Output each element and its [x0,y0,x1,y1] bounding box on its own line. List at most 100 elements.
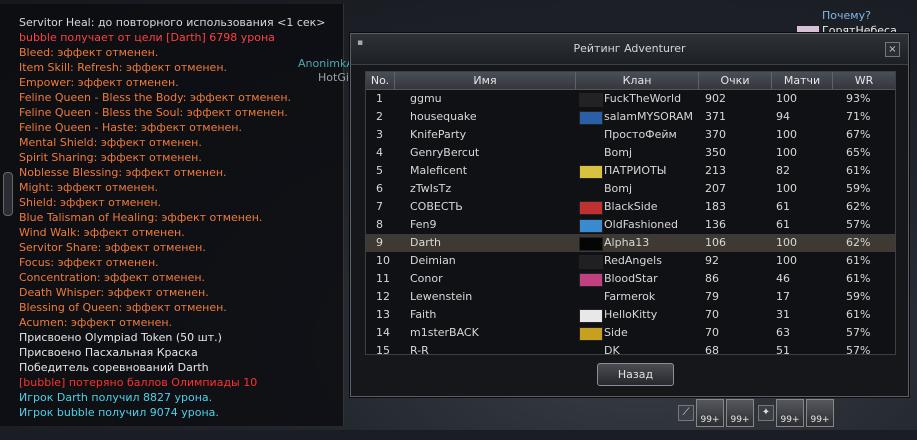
cell-clan: Farmerok [604,290,656,303]
cell-points: 902 [705,92,726,105]
cell-no: 2 [376,110,383,123]
table-row[interactable]: 7 COBECTЬ BlackSide 183 61 62% [366,198,895,216]
chat-scrollbar[interactable] [3,172,13,216]
cell-wr: 59% [846,290,871,303]
cell-matches: 63 [776,326,790,339]
chat-line: Shield: эффект отменен. [19,196,162,209]
dagger-icon[interactable]: ⟋ [678,405,694,421]
clan-crest-icon [579,165,603,179]
table-row[interactable]: 13 Faith HelloKitty 70 31 61% [366,306,895,324]
cell-no: 11 [376,272,390,285]
table-row[interactable]: 2 housequake salamMYSORAM 371 94 71% [366,108,895,126]
cell-points: 92 [705,254,719,267]
cell-points: 68 [705,344,719,357]
chat-line: Bleed: эффект отменен. [19,46,159,59]
chat-line: Empower: эффект отменен. [19,76,179,89]
table-row[interactable]: 9 Darth Alpha13 106 100 62% [366,234,895,252]
cell-matches: 82 [776,164,790,177]
clan-crest-icon [579,219,603,233]
table-row[interactable]: 1 ggmu FuckTheWorld 902 100 93% [366,90,895,108]
table-row[interactable]: 10 Deimian RedAngels 92 100 61% [366,252,895,270]
table-row[interactable]: 12 Lewenstein Farmerok 79 17 59% [366,288,895,306]
why-link[interactable]: Почему? [822,9,871,22]
cell-points: 136 [705,218,726,231]
cell-matches: 31 [776,308,790,321]
cell-name: R-R [410,344,429,357]
header-clan[interactable]: Клан [576,72,699,89]
header-wr[interactable]: WR [833,72,895,89]
cell-points: 79 [705,290,719,303]
chat-line: Присвоено Пасхальная Краска [19,346,198,359]
cell-clan: Bomj [604,182,633,195]
cell-matches: 46 [776,272,790,285]
cell-name: Deimian [410,254,456,267]
header-name[interactable]: Имя [395,72,576,89]
cell-wr: 57% [846,344,871,357]
cell-wr: 61% [846,272,871,285]
cell-clan: BlackSide [604,200,658,213]
table-row[interactable]: 15 R-R DK 68 51 57% [366,342,895,360]
chat-line: bubble получает от цели [Darth] 6798 уро… [19,31,275,44]
cell-no: 1 [376,92,383,105]
chat-line: Servitor Share: эффект отменен. [19,241,206,254]
table-row[interactable]: 11 Conor BloodStar 86 46 61% [366,270,895,288]
clan-crest-icon [579,111,603,125]
clan-crest-icon [579,93,603,107]
cell-wr: 67% [846,128,871,141]
chat-line: Wind Walk: эффект отменен. [19,226,185,239]
cell-name: GenryBercut [410,146,480,159]
table-row[interactable]: 14 m1sterBACK Side 70 63 57% [366,324,895,342]
cell-name: zTwIsTz [410,182,452,195]
cell-clan: RedAngels [604,254,662,267]
chat-line: Focus: эффект отменен. [19,256,159,269]
chat-line: Победитель соревнований Darth [19,361,209,374]
ranking-table: No. Имя Клан Очки Матчи WR 1 ggmu FuckTheW… [365,71,896,357]
table-row[interactable]: 6 zTwIsTz Bomj 207 100 59% [366,180,895,198]
header-points[interactable]: Очки [699,72,772,89]
cell-wr: 93% [846,92,871,105]
chat-line: Игрок bubble получил 9074 урона. [19,406,219,419]
cell-matches: 100 [776,254,797,267]
window-menu-icon[interactable]: ▪ [355,38,365,48]
cell-wr: 57% [846,218,871,231]
sword-icon[interactable]: 99+ [776,399,804,427]
cell-clan: Bomj [604,146,633,159]
clan-crest-icon [579,201,603,215]
cell-clan: Alpha13 [604,236,650,249]
chat-log-panel[interactable]: Servitor Heal: до повторного использован… [0,4,344,426]
window-title: Рейтинг Adventurer [573,42,686,55]
arrow-bundle-icon[interactable]: 99+ [806,399,834,427]
chat-line: Игрок Darth получил 8827 урона. [19,391,213,404]
cell-wr: 59% [846,182,871,195]
table-row[interactable]: 8 Fen9 OldFashioned 136 61 57% [366,216,895,234]
table-row[interactable]: 3 KnifeParty ПростоФейм 370 100 67% [366,126,895,144]
chat-line: Feline Queen - Bless the Body: эффект от… [19,91,292,104]
table-header: No. Имя Клан Очки Матчи WR [366,72,895,90]
header-matches[interactable]: Матчи [772,72,833,89]
cell-clan: ПростоФейм [604,128,677,141]
arrow-bundle-icon[interactable]: 99+ [726,399,754,427]
cell-wr: 71% [846,110,871,123]
header-no[interactable]: No. [366,72,395,89]
cell-points: 213 [705,164,726,177]
cell-no: 14 [376,326,390,339]
cell-wr: 61% [846,164,871,177]
arrow-bundle-icon[interactable]: 99+ [696,399,724,427]
back-button[interactable]: Назад [597,363,674,386]
nearby-player-name[interactable]: AnonimkA [298,57,354,70]
table-row[interactable]: 5 Maleficent ПАТРИОТЫ 213 82 61% [366,162,895,180]
chat-line: Feline Queen - Bless the Soul: эффект от… [19,106,288,119]
cell-name: COBECTЬ [410,200,463,213]
close-button[interactable]: × [885,42,900,57]
shot-icon[interactable]: ✦ [758,405,774,421]
cell-points: 207 [705,182,726,195]
window-title-bar[interactable]: ▪ Рейтинг Adventurer [351,34,908,65]
table-row[interactable]: 4 GenryBercut Bomj 350 100 65% [366,144,895,162]
cell-name: Fen9 [410,218,437,231]
cell-no: 15 [376,344,390,357]
cell-no: 6 [376,182,383,195]
chat-line: Blessing of Queen: эффект отменен. [19,301,227,314]
cell-name: m1sterBACK [410,326,479,339]
cell-matches: 100 [776,146,797,159]
chat-line: Feline Queen - Haste: эффект отменен. [19,121,242,134]
